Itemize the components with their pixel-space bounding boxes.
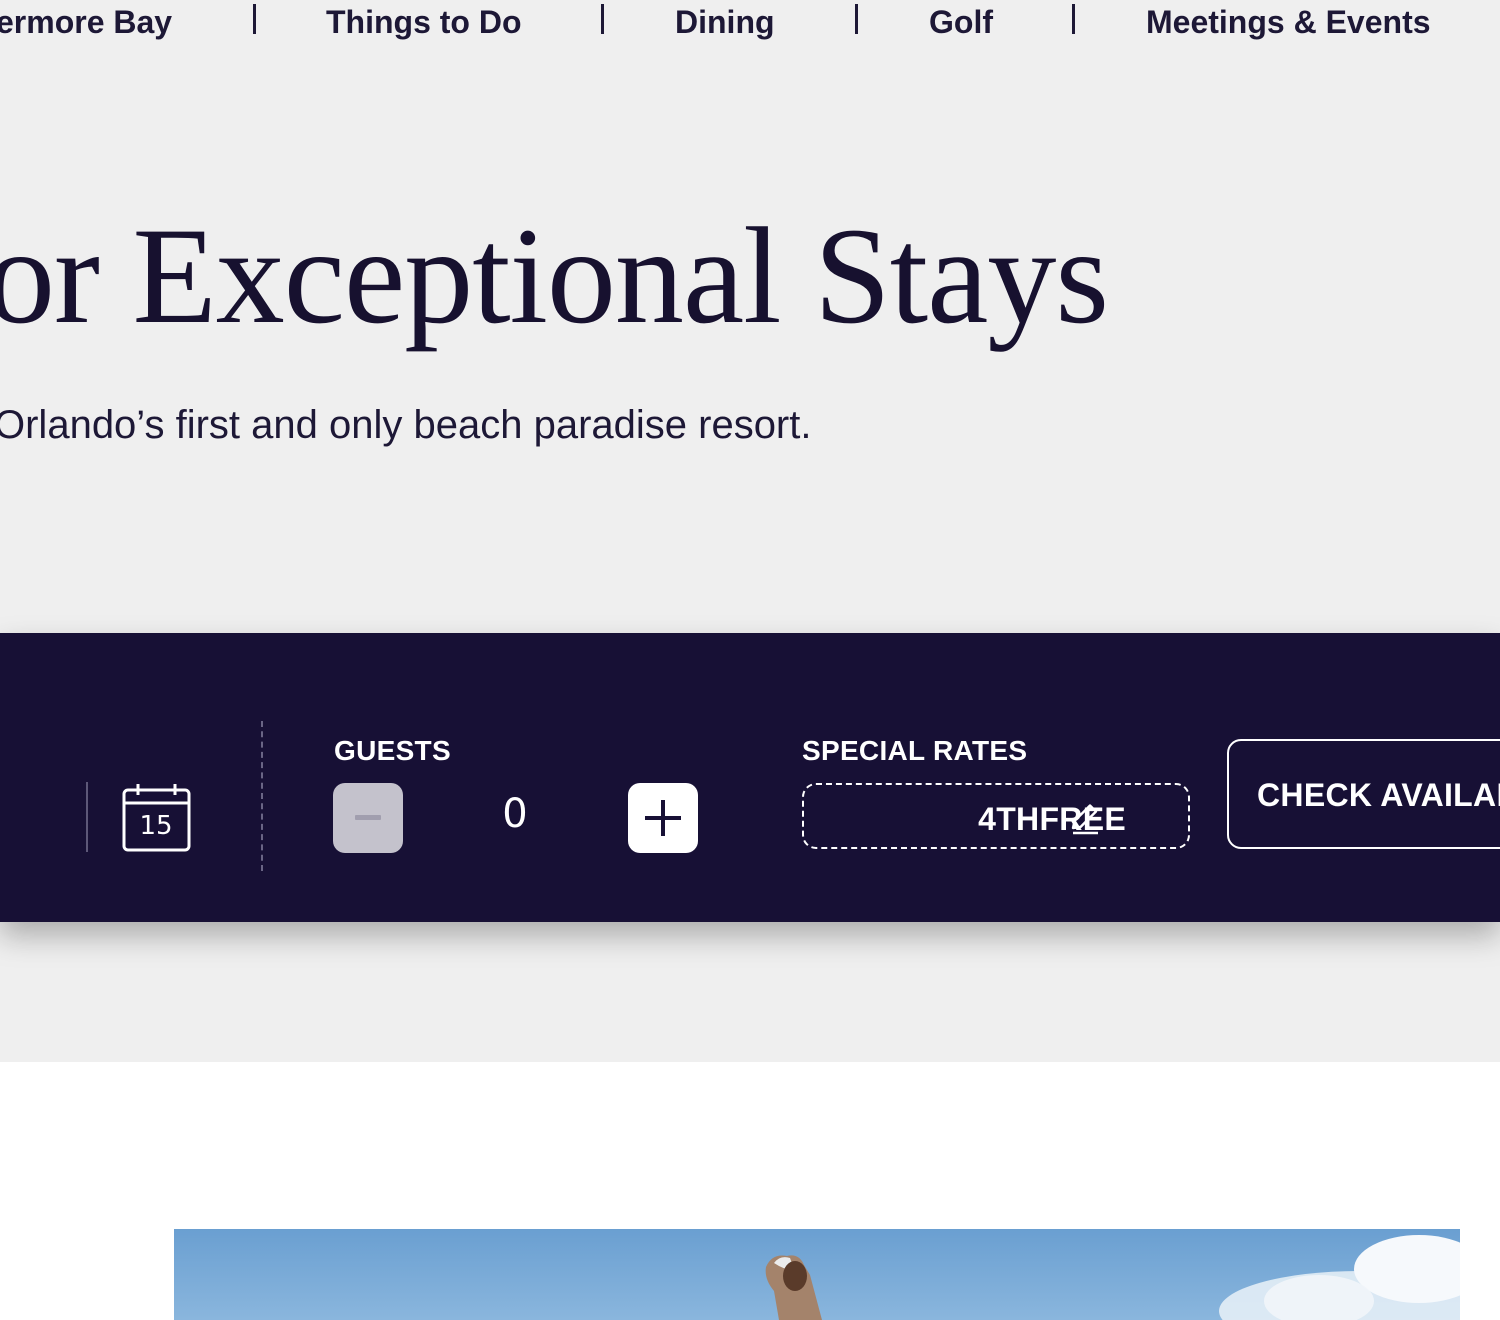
guests-label: GUESTS [334,735,451,766]
special-rates-field[interactable]: 4THFREE [802,783,1190,849]
plus-icon [645,800,681,836]
pencil-icon [1071,804,1098,835]
main-navigation: ermore Bay Things to Do Dining Golf Meet… [0,0,1500,48]
special-rates-label: SPECIAL RATES [802,735,1028,766]
check-availability-label: CHECK AVAILABILITY [1257,777,1500,813]
calendar-day: 15 [139,811,173,841]
check-availability-button[interactable]: CHECK AVAILABILITY [1227,739,1500,849]
nav-separator [253,4,256,34]
top-area: ermore Bay Things to Do Dining Golf Meet… [0,0,1500,1062]
hero-subtitle: Orlando’s first and only beach paradise … [0,403,812,447]
nav-separator [601,4,604,34]
nav-separator [1072,4,1075,34]
field-divider [86,782,88,852]
minus-icon [355,815,381,820]
section-divider [261,721,263,871]
hero-image [174,1229,1460,1320]
nav-separator [855,4,858,34]
nav-item-golf[interactable]: Golf [929,4,993,41]
nav-item-meetings-events[interactable]: Meetings & Events [1146,4,1431,41]
hero-title: or Exceptional Stays [0,199,1109,352]
nav-item-dining[interactable]: Dining [675,4,775,41]
nav-item-bay[interactable]: ermore Bay [0,4,172,41]
guest-count: 0 [502,791,528,837]
booking-bar: 15 GUESTS 0 SPECIAL RATES 4THFREE CHECK … [0,633,1500,922]
increase-guests-button[interactable] [628,783,698,853]
nav-item-things-to-do[interactable]: Things to Do [326,4,522,41]
decrease-guests-button[interactable] [333,783,403,853]
beach-photo [765,1235,1460,1320]
